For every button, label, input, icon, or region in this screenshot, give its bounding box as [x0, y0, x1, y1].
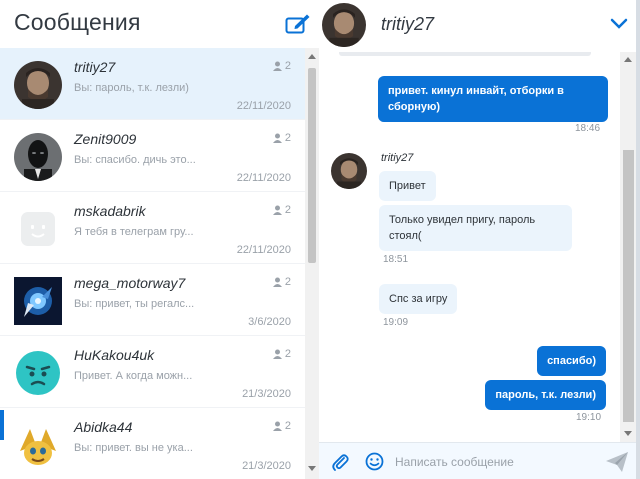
incoming-message: Спс за игру: [379, 284, 458, 314]
send-icon[interactable]: [605, 451, 629, 473]
conversation-item-zenit9009[interactable]: Zenit9009 2 Вы: спасибо. дичь это... 22/…: [0, 120, 305, 192]
outgoing-message: спасибо): [537, 346, 606, 376]
member-count: 2: [272, 132, 291, 144]
member-count: 2: [272, 420, 291, 432]
scrollbar-thumb[interactable]: [308, 68, 316, 263]
user-icon: [272, 277, 282, 287]
sender-name: tritiy27: [381, 152, 414, 164]
message-history-scrollbar[interactable]: [620, 52, 637, 442]
incoming-message: Привет: [379, 171, 436, 201]
paperclip-icon[interactable]: [331, 452, 349, 472]
chat-panel: tritiy27 привет. кинул инвайт, отборки в…: [319, 0, 640, 479]
conversation-preview: Я тебя в телеграм гру...: [74, 226, 194, 238]
message-fade-divider: [339, 52, 591, 56]
conversation-date: 21/3/2020: [242, 388, 291, 400]
default-avatar-icon: [14, 205, 62, 253]
member-count-value: 2: [284, 132, 291, 144]
page-title: Сообщения: [14, 9, 141, 35]
conversation-name: mega_motorway7: [74, 275, 186, 291]
conversation-date: 22/11/2020: [236, 172, 291, 184]
member-count: 2: [272, 276, 291, 288]
user-icon: [272, 133, 282, 143]
conversation-preview: Вы: привет, ты регалс...: [74, 298, 195, 310]
compose-icon[interactable]: [285, 13, 311, 35]
window-edge: [636, 0, 640, 479]
user-icon: [272, 61, 282, 71]
member-count-value: 2: [284, 204, 291, 216]
emoji-icon[interactable]: [365, 452, 384, 471]
sender-avatar: [331, 153, 367, 189]
member-count-value: 2: [284, 60, 291, 72]
member-count-value: 2: [284, 348, 291, 360]
conversation-list-scrollbar[interactable]: [305, 48, 319, 479]
message-time: 19:09: [383, 317, 409, 328]
user-icon: [272, 349, 282, 359]
conversation-name: HuKakou4uk: [74, 347, 155, 363]
user-icon: [272, 205, 282, 215]
scroll-up-arrow-icon[interactable]: [624, 57, 632, 62]
member-count: 2: [272, 348, 291, 360]
conversation-date: 22/11/2020: [236, 244, 291, 256]
message-composer: [319, 442, 640, 479]
conversation-item-mskadabrik[interactable]: mskadabrik 2 Я тебя в телеграм гру... 22…: [0, 192, 305, 264]
scroll-down-arrow-icon[interactable]: [308, 466, 316, 471]
conversation-item-abidka44[interactable]: Abidka44 2 Вы: привет. вы не ука... 21/3…: [0, 408, 305, 479]
message-time: 19:10: [576, 412, 602, 423]
message-history: привет. кинул инвайт, отборки в сборную)…: [319, 52, 620, 442]
conversation-item-hukakou4uk[interactable]: HuKakou4uk 2 Привет. А когда можн... 21/…: [0, 336, 305, 408]
avatar: [14, 277, 62, 325]
chat-header: tritiy27: [319, 0, 640, 52]
conversation-name: tritiy27: [74, 59, 116, 75]
avatar: [14, 61, 62, 109]
chevron-down-icon[interactable]: [610, 18, 628, 30]
conversation-date: 22/11/2020: [236, 100, 291, 112]
window-edge-accent: [0, 410, 4, 440]
member-count: 2: [272, 60, 291, 72]
conversation-item-tritiy27[interactable]: tritiy27 2 Вы: пароль, т.к. лезли) 22/11…: [0, 48, 305, 120]
conversation-panel: Сообщения tritiy27 2 Вы: пароль, т.к. ле…: [0, 0, 319, 479]
member-count-value: 2: [284, 420, 291, 432]
scrollbar-thumb[interactable]: [623, 150, 634, 422]
scroll-down-arrow-icon[interactable]: [624, 431, 632, 436]
conversation-list: tritiy27 2 Вы: пароль, т.к. лезли) 22/11…: [0, 48, 305, 479]
chat-avatar[interactable]: [322, 3, 366, 47]
message-time: 18:46: [575, 123, 601, 134]
outgoing-message: пароль, т.к. лезли): [485, 380, 606, 410]
incoming-message: Только увидел пригу, пароль стоял(: [379, 205, 572, 251]
conversation-item-mega-motorway7[interactable]: mega_motorway7 2 Вы: привет, ты регалс..…: [0, 264, 305, 336]
scroll-up-arrow-icon[interactable]: [308, 54, 316, 59]
member-count-value: 2: [284, 276, 291, 288]
conversation-preview: Вы: спасибо. дичь это...: [74, 154, 196, 166]
conversation-date: 21/3/2020: [242, 460, 291, 472]
user-icon: [272, 421, 282, 431]
avatar: [14, 421, 62, 469]
conversation-name: mskadabrik: [74, 203, 146, 219]
outgoing-message: привет. кинул инвайт, отборки в сборную): [378, 76, 608, 122]
message-input[interactable]: [395, 453, 595, 471]
chat-title: tritiy27: [381, 14, 435, 34]
avatar: [14, 133, 62, 181]
conversation-name: Zenit9009: [74, 131, 137, 147]
message-time: 18:51: [383, 254, 409, 265]
conversation-preview: Вы: привет. вы не ука...: [74, 442, 193, 454]
messenger-window: Сообщения tritiy27 2 Вы: пароль, т.к. ле…: [0, 0, 640, 479]
conversation-date: 3/6/2020: [248, 316, 291, 328]
conversation-panel-header: Сообщения: [0, 0, 319, 48]
member-count: 2: [272, 204, 291, 216]
conversation-preview: Вы: пароль, т.к. лезли): [74, 82, 189, 94]
avatar: [14, 349, 62, 397]
conversation-name: Abidka44: [74, 419, 133, 435]
conversation-preview: Привет. А когда можн...: [74, 370, 193, 382]
